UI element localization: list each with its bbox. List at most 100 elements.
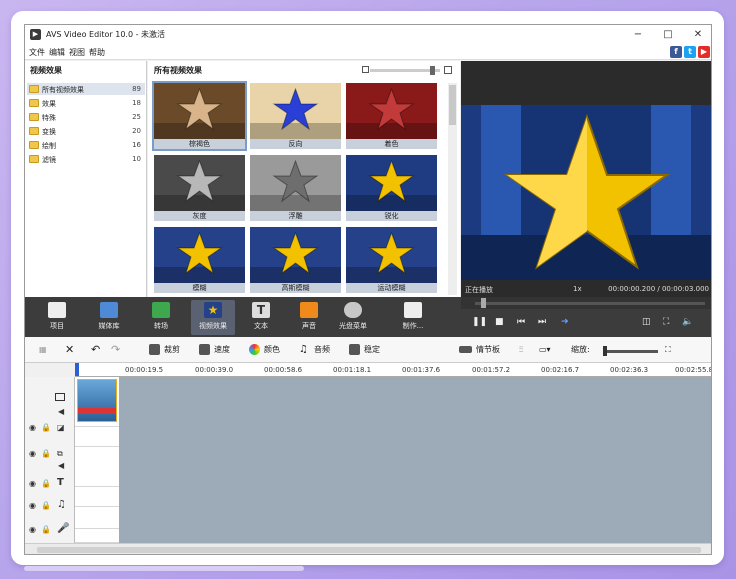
youtube-icon[interactable]: ▶ — [698, 46, 710, 58]
tree-item-draw[interactable]: 绘制 16 — [27, 139, 145, 151]
video-clip[interactable] — [77, 379, 117, 422]
cut-label: 裁剪 — [164, 345, 180, 354]
disc-menu-icon — [344, 302, 362, 318]
lock-icon[interactable]: 🔒 — [41, 423, 51, 432]
stabilize-button[interactable]: 稳定 — [349, 343, 380, 357]
tree-item-special[interactable]: 特殊 25 — [27, 111, 145, 123]
toolbar-video-effects[interactable]: ★ 视频效果 — [191, 300, 235, 335]
tree-item-all[interactable]: 所有视频效果 89 — [27, 83, 145, 95]
thumbnail-size-slider[interactable] — [370, 66, 440, 75]
cut-button[interactable]: 裁剪 — [149, 343, 180, 357]
facebook-icon[interactable]: f — [670, 46, 682, 58]
zoom-knob[interactable] — [603, 346, 607, 356]
lock-icon[interactable]: 🔒 — [41, 525, 51, 534]
overlay-lane[interactable] — [75, 447, 119, 487]
display-mode-icon[interactable]: ▭▾ — [539, 343, 551, 357]
effect-thumbnail[interactable]: 反向 — [250, 83, 341, 149]
menu-help[interactable]: 帮助 — [89, 47, 105, 58]
toolbar-text[interactable]: T 文本 — [239, 300, 283, 335]
timeline-scrollbar[interactable] — [25, 543, 711, 554]
minimize-button[interactable]: − — [625, 27, 651, 42]
step-forward-button[interactable]: ➜ — [561, 317, 569, 327]
storyboard-button[interactable]: 情节板 — [459, 343, 500, 357]
slider-knob[interactable] — [430, 66, 435, 75]
text-lane[interactable] — [75, 487, 119, 507]
fit-timeline-icon[interactable]: ⛶ — [665, 343, 671, 357]
visibility-icon[interactable]: ◉ — [29, 479, 36, 488]
snapshot-button[interactable]: ◫ — [642, 317, 651, 327]
menu-file[interactable]: 文件 — [29, 47, 45, 58]
music-lane[interactable] — [75, 507, 119, 529]
title-bar: ▶ AVS Video Editor 10.0 - 未激活 − □ ✕ — [25, 25, 711, 44]
scrollbar-thumb[interactable] — [37, 547, 701, 553]
effect-thumbnail[interactable]: 灰度 — [154, 155, 245, 221]
tree-item-transform[interactable]: 变换 20 — [27, 125, 145, 137]
mute-icon[interactable]: ◀ — [58, 461, 64, 470]
voice-track-icon: 🎤 — [57, 523, 70, 534]
effect-thumbnail[interactable]: 棕褐色 — [152, 81, 247, 151]
effect-thumbnail[interactable]: 运动模糊 — [346, 227, 437, 293]
color-button[interactable]: 颜色 — [249, 343, 280, 357]
playback-speed[interactable]: 1x — [573, 285, 582, 293]
maximize-button[interactable]: □ — [655, 27, 681, 42]
undo-icon[interactable]: ↶ — [91, 343, 100, 357]
tree-item-effects[interactable]: 效果 18 — [27, 97, 145, 109]
effect-thumbnail[interactable]: 浮雕 — [250, 155, 341, 221]
stop-button[interactable]: ■ — [495, 317, 504, 327]
seek-track[interactable] — [475, 302, 705, 305]
playhead[interactable] — [75, 363, 79, 376]
effect-thumbnail[interactable]: 高斯模糊 — [250, 227, 341, 293]
small-thumb-icon[interactable] — [362, 66, 369, 73]
menu-view[interactable]: 视图 — [69, 47, 85, 58]
decorative-bar — [24, 566, 304, 571]
mute-icon[interactable]: ◀ — [58, 407, 64, 416]
large-thumb-icon[interactable] — [444, 66, 452, 74]
twitter-icon[interactable]: t — [684, 46, 696, 58]
toolbar-transitions[interactable]: 转场 — [139, 300, 183, 335]
lock-icon[interactable]: 🔒 — [41, 479, 51, 488]
effect-thumbnail[interactable]: 模糊 — [154, 227, 245, 293]
timeline-ruler[interactable]: 00:00:19.5 00:00:39.0 00:00:58.6 00:01:1… — [75, 363, 711, 377]
effect-thumbnail[interactable]: 锐化 — [346, 155, 437, 221]
speed-button[interactable]: 速度 — [199, 343, 230, 357]
toolbar-project[interactable]: 项目 — [35, 300, 79, 335]
toolbar-produce[interactable]: 制作... — [391, 300, 435, 335]
redo-icon[interactable]: ↷ — [111, 343, 120, 357]
volume-button[interactable]: 🔈 — [682, 317, 693, 327]
visibility-icon[interactable]: ◉ — [29, 449, 36, 458]
tree-item-label: 所有视频效果 — [42, 86, 84, 94]
lock-icon[interactable]: 🔒 — [41, 449, 51, 458]
prev-frame-button[interactable]: ⏮ — [517, 317, 525, 327]
visibility-icon[interactable]: ◉ — [29, 525, 36, 534]
storyboard-toggle-icon[interactable]: ▦ — [39, 343, 47, 357]
seek-knob[interactable] — [481, 298, 486, 308]
clapper-icon — [48, 302, 66, 318]
effect-preview-image — [154, 155, 245, 211]
visibility-icon[interactable]: ◉ — [29, 501, 36, 510]
next-frame-button[interactable]: ⏭ — [538, 317, 546, 327]
toolbar-sound[interactable]: 声音 — [287, 300, 331, 335]
lock-icon[interactable]: 🔒 — [41, 501, 51, 510]
timeline-tracks[interactable] — [75, 377, 711, 543]
tree-item-filters[interactable]: 滤镜 10 — [27, 153, 145, 165]
effect-thumbnail[interactable]: 着色 — [346, 83, 437, 149]
seek-bar[interactable] — [461, 297, 711, 309]
scrollbar-thumb[interactable] — [449, 85, 456, 125]
visibility-icon[interactable]: ◉ — [29, 423, 36, 432]
toolbar-media-library[interactable]: 媒体库 — [87, 300, 131, 335]
effect-lane[interactable] — [75, 427, 119, 447]
pause-button[interactable]: ❚❚ — [472, 317, 487, 327]
audio-mixer-icon[interactable]: ⫶⫶ — [519, 343, 523, 357]
zoom-slider[interactable] — [603, 350, 658, 353]
delete-icon[interactable]: ✕ — [65, 343, 74, 357]
music-track-icon: ♫ — [57, 499, 66, 510]
close-button[interactable]: ✕ — [685, 27, 711, 42]
tree-item-count: 10 — [132, 155, 141, 163]
toolbar-disc-menu[interactable]: 光盘菜单 — [331, 300, 375, 335]
effects-scrollbar[interactable] — [448, 83, 457, 295]
audio-button[interactable]: ♫ 音频 — [299, 343, 330, 357]
folder-icon — [29, 113, 39, 121]
fullscreen-button[interactable]: ⛶ — [663, 317, 669, 327]
voice-lane[interactable] — [75, 529, 119, 543]
menu-edit[interactable]: 编辑 — [49, 47, 65, 58]
